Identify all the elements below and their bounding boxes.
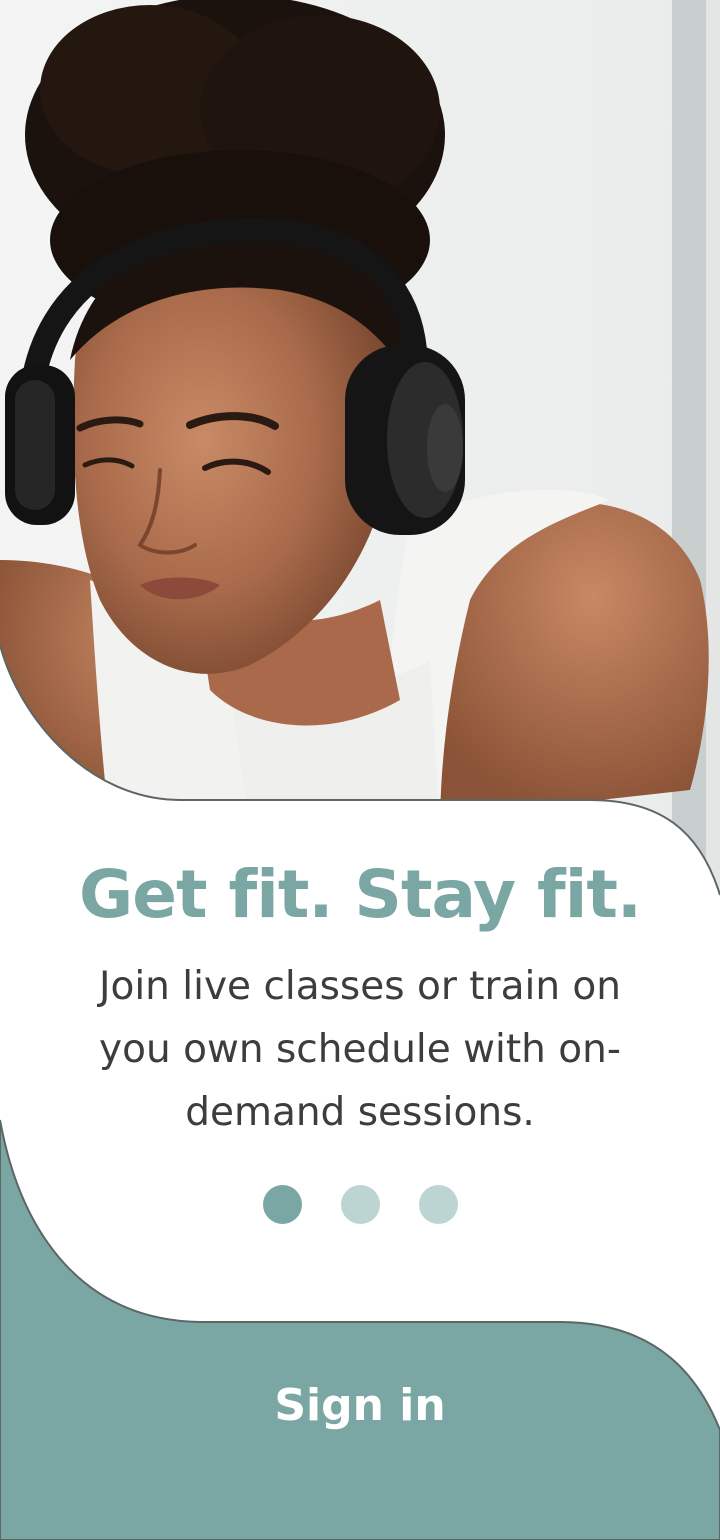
- hero-photo: [0, 0, 720, 895]
- onboarding-screen: Get fit. Stay fit. Join live classes or …: [0, 0, 720, 1540]
- page-dot[interactable]: [340, 1185, 380, 1224]
- page-dot-active[interactable]: [262, 1185, 302, 1224]
- teal-footer-wave: [0, 1119, 720, 1540]
- page-subtitle: Join live classes or train on you own sc…: [98, 964, 622, 1135]
- page-dot[interactable]: [418, 1185, 458, 1224]
- background-art: [0, 0, 720, 1540]
- page-indicator: [0, 1185, 720, 1224]
- sign-in-button[interactable]: Sign in: [160, 1360, 560, 1450]
- page-title: Get fit. Stay fit.: [79, 856, 642, 933]
